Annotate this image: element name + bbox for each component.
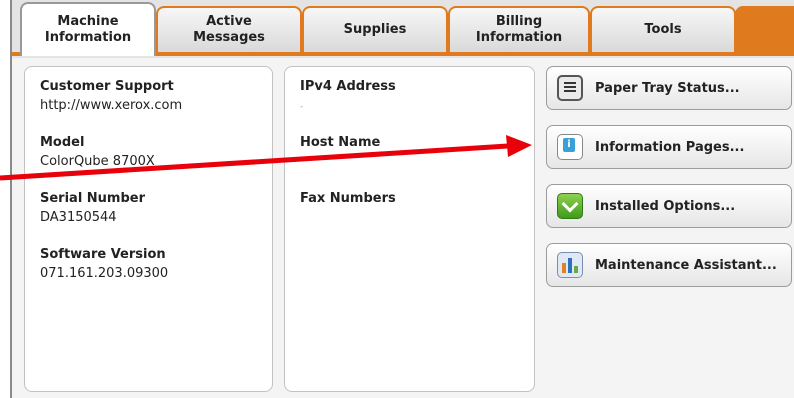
customer-support-field: Customer Support http://www.xerox.com — [40, 79, 182, 113]
ipv4-address-label: IPv4 Address — [300, 79, 396, 94]
machine-status-screen: Machine Information Active Messages Supp… — [10, 0, 794, 398]
customer-support-value: http://www.xerox.com — [40, 98, 183, 113]
maintenance-assistant-button[interactable]: Maintenance Assistant... — [546, 243, 792, 287]
paper-tray-icon — [557, 75, 583, 101]
tab-supplies[interactable]: Supplies — [302, 6, 448, 52]
host-name-field: Host Name — [300, 135, 380, 150]
tab-bar: Machine Information Active Messages Supp… — [12, 0, 794, 58]
maintenance-assistant-label: Maintenance Assistant... — [595, 257, 777, 273]
tab-tools[interactable]: Tools — [590, 6, 736, 52]
tab-billing-information[interactable]: Billing Information — [448, 6, 590, 52]
model-value: ColorQube 8700X — [40, 154, 155, 169]
model-label: Model — [40, 135, 85, 150]
machine-info-panel: Customer Support http://www.xerox.com Mo… — [24, 66, 273, 392]
installed-options-button[interactable]: Installed Options... — [546, 184, 792, 228]
customer-support-label: Customer Support — [40, 79, 174, 94]
fax-numbers-label: Fax Numbers — [300, 191, 396, 206]
tab-machine-information[interactable]: Machine Information — [20, 2, 156, 56]
network-info-panel: IPv4 Address - Host Name Fax Numbers — [284, 66, 535, 392]
maintenance-assistant-icon — [557, 252, 583, 278]
tab-active-messages[interactable]: Active Messages — [156, 6, 302, 52]
model-field: Model ColorQube 8700X — [40, 135, 155, 169]
serial-number-value: DA3150544 — [40, 210, 117, 225]
installed-options-icon — [557, 193, 583, 219]
fax-numbers-field: Fax Numbers — [300, 191, 396, 206]
serial-number-label: Serial Number — [40, 191, 146, 206]
information-pages-label: Information Pages... — [595, 139, 745, 155]
host-name-label: Host Name — [300, 135, 381, 150]
paper-tray-status-label: Paper Tray Status... — [595, 80, 740, 96]
ipv4-address-field: IPv4 Address - — [300, 79, 396, 112]
information-pages-icon: i — [557, 134, 583, 160]
information-pages-button[interactable]: i Information Pages... — [546, 125, 792, 169]
software-version-field: Software Version 071.161.203.09300 — [40, 247, 168, 281]
installed-options-label: Installed Options... — [595, 198, 736, 214]
software-version-label: Software Version — [40, 247, 166, 262]
ipv4-address-value: - — [300, 102, 304, 112]
paper-tray-status-button[interactable]: Paper Tray Status... — [546, 66, 792, 110]
serial-number-field: Serial Number DA3150544 — [40, 191, 145, 225]
tab-bar-accent — [735, 6, 794, 56]
software-version-value: 071.161.203.09300 — [40, 266, 169, 281]
